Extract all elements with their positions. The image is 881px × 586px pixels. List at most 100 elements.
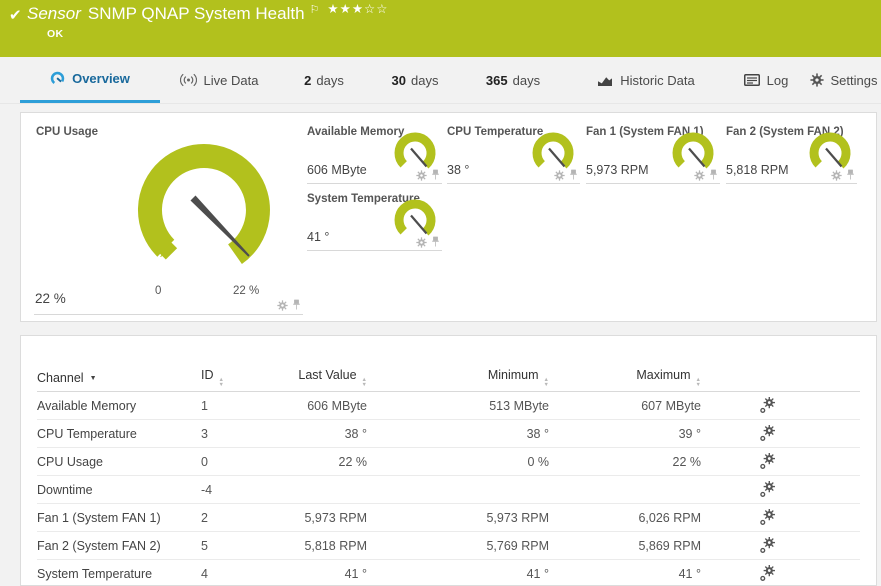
priority-stars[interactable]: ★★★☆☆: [327, 2, 388, 16]
gear-icon[interactable]: [694, 169, 705, 181]
gear-icon[interactable]: [416, 169, 427, 181]
channel-settings-icon[interactable]: [759, 481, 776, 498]
tab-historic-data[interactable]: Historic Data: [566, 57, 726, 103]
gauge-value: 5,973 RPM: [586, 163, 649, 177]
pin-icon[interactable]: [431, 169, 440, 181]
pin-icon[interactable]: [292, 299, 301, 311]
channel-id: 2: [201, 503, 271, 532]
minimum-value: [367, 475, 549, 504]
channel-table: Channel ▼ ID ▲ ▼ Last Value ▲ ▼ Minimum ▲ ▼ Max…: [37, 364, 860, 585]
channel-settings-icon[interactable]: [759, 397, 776, 414]
gauge-value: 38 °: [447, 163, 470, 177]
gauge-title: Available Memory: [307, 126, 405, 138]
channel-settings-icon[interactable]: [759, 509, 776, 526]
tab-number: 30: [391, 72, 406, 88]
channel-name[interactable]: Fan 1 (System FAN 1): [37, 503, 201, 532]
channel-settings-icon[interactable]: [759, 537, 776, 554]
last-value: [271, 475, 367, 504]
table-header-row: Channel ▼ ID ▲ ▼ Last Value ▲ ▼ Minimum ▲ ▼ Max…: [37, 364, 860, 392]
tab-label: Log: [766, 72, 789, 88]
gauge-tile-cpu-usage[interactable]: CPU Usage x 0 22 % 22 %: [34, 121, 303, 315]
stars-empty-icon: ☆☆: [364, 2, 389, 16]
minimum-value: 5,973 RPM: [367, 503, 549, 532]
tab-label: days: [512, 72, 541, 88]
pin-icon[interactable]: [569, 169, 578, 181]
last-value: 5,973 RPM: [271, 503, 367, 532]
maximum-value: 39 °: [549, 419, 701, 448]
channel-id: 5: [201, 531, 271, 560]
gear-icon[interactable]: [277, 299, 288, 311]
gauges-panel: CPU Usage x 0 22 % 22 % Available Memory…: [20, 112, 877, 322]
pin-icon[interactable]: [846, 169, 855, 181]
broadcast-icon: [179, 73, 197, 87]
maximum-value: 6,026 RPM: [549, 503, 701, 532]
sensor-kind-label: Sensor: [27, 4, 81, 23]
column-header-last-value[interactable]: Last Value ▲ ▼: [271, 364, 367, 392]
gauge-tile-system-temperature[interactable]: System Temperature 41 °: [307, 190, 442, 251]
tab-365-days[interactable]: 365 days: [460, 57, 566, 103]
channel-name[interactable]: Available Memory: [37, 391, 201, 420]
tab-30-days[interactable]: 30 days: [370, 57, 460, 103]
maximum-value: 41 °: [549, 559, 701, 585]
sensor-name: SNMP QNAP System Health: [87, 4, 305, 23]
gear-icon[interactable]: [416, 236, 427, 248]
channel-settings-icon[interactable]: [759, 565, 776, 582]
gauge-title: CPU Temperature: [447, 126, 544, 138]
gauge-icon: [50, 71, 65, 86]
last-value: 606 MByte: [271, 391, 367, 420]
channel-name[interactable]: Downtime: [37, 475, 201, 504]
minimum-value: 5,769 RPM: [367, 531, 549, 560]
tab-2-days[interactable]: 2 days: [278, 57, 370, 103]
gear-icon: [809, 73, 824, 87]
tab-overview[interactable]: Overview: [20, 57, 160, 103]
tab-label: Live Data: [203, 72, 259, 88]
tab-label: days: [316, 72, 344, 88]
prtg-sensor-page: ✔ Sensor SNMP QNAP System Health ⚐ ★★★☆☆ OK…: [0, 0, 881, 586]
tab-label: days: [411, 72, 439, 88]
column-header-channel[interactable]: Channel ▼: [37, 364, 201, 392]
channel-name[interactable]: CPU Usage: [37, 447, 201, 476]
tab-label: Overview: [72, 71, 130, 86]
channel-settings-icon[interactable]: [759, 453, 776, 470]
table-row: System Temperature 4 41 ° 41 ° 41 °: [37, 559, 860, 585]
gear-icon[interactable]: [831, 169, 842, 181]
maximum-value: 5,869 RPM: [549, 531, 701, 560]
gauge-tile-cpu-temperature[interactable]: CPU Temperature 38 °: [447, 123, 580, 184]
cpu-usage-gauge: [137, 144, 270, 265]
channel-name[interactable]: System Temperature: [37, 559, 201, 585]
page-title: Sensor SNMP QNAP System Health ⚐ ★★★☆☆: [27, 2, 388, 24]
gear-icon[interactable]: [554, 169, 565, 181]
gauge-tile-fan-2[interactable]: Fan 2 (System FAN 2) 5,818 RPM: [726, 123, 857, 184]
column-header-minimum[interactable]: Minimum ▲ ▼: [367, 364, 549, 392]
column-header-maximum[interactable]: Maximum ▲ ▼: [549, 364, 701, 392]
gauge-tile-fan-1[interactable]: Fan 1 (System FAN 1) 5,973 RPM: [586, 123, 720, 184]
table-row: Available Memory 1 606 MByte 513 MByte 6…: [37, 391, 860, 420]
tab-number: 2: [304, 72, 312, 88]
column-header-id[interactable]: ID ▲ ▼: [201, 364, 271, 392]
pin-icon[interactable]: [709, 169, 718, 181]
tab-live-data[interactable]: Live Data: [160, 57, 278, 103]
pin-icon[interactable]: [431, 236, 440, 248]
minimum-value: 38 °: [367, 419, 549, 448]
channel-id: 4: [201, 559, 271, 585]
gauge-value: 606 MByte: [307, 163, 367, 177]
channel-name[interactable]: CPU Temperature: [37, 419, 201, 448]
tab-settings[interactable]: Settings: [806, 57, 881, 103]
gauge-tile-available-memory[interactable]: Available Memory 606 MByte: [307, 123, 442, 184]
channel-id: 1: [201, 391, 271, 420]
channel-id: 0: [201, 447, 271, 476]
sort-desc-icon: ▼: [89, 374, 97, 382]
sort-icons: ▲ ▼: [361, 377, 367, 388]
channel-name[interactable]: Fan 2 (System FAN 2): [37, 531, 201, 560]
channel-settings-icon[interactable]: [759, 425, 776, 442]
priority-flag-icon: ⚐: [309, 4, 320, 16]
area-chart-icon: [598, 76, 613, 86]
tab-label: Historic Data: [620, 72, 695, 88]
status-badge: OK: [47, 28, 64, 40]
stars-filled-icon: ★★★: [327, 2, 365, 16]
channel-table-panel: Channel ▼ ID ▲ ▼ Last Value ▲ ▼ Minimum ▲ ▼ Max…: [20, 335, 877, 586]
gauge-scale-max: 22 %: [233, 285, 260, 297]
gauge-value: 5,818 RPM: [726, 163, 789, 177]
tab-log[interactable]: Log: [726, 57, 806, 103]
last-value: 41 °: [271, 559, 367, 585]
